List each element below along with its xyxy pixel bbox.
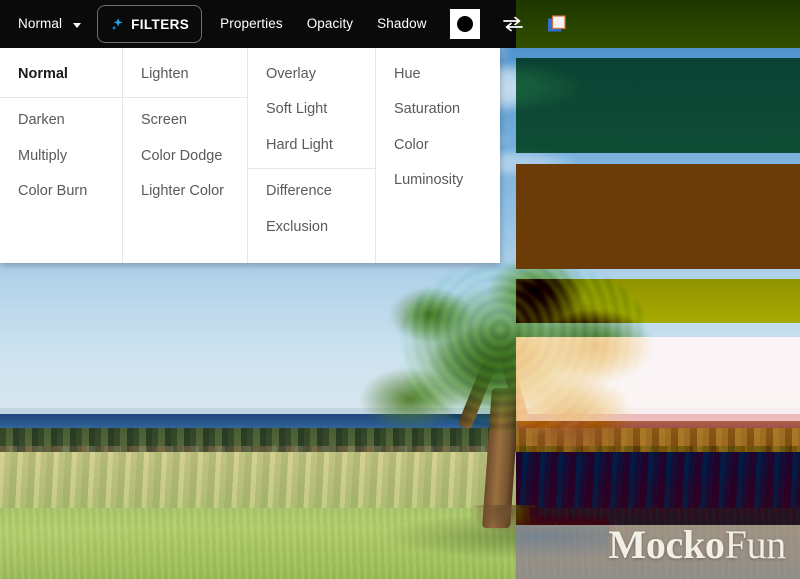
watermark-bold: Mocko [608, 522, 725, 567]
shadow-label: Shadow [377, 16, 427, 32]
blend-mode-item-lighten[interactable]: Lighten [123, 57, 247, 92]
blend-mode-item-color-dodge[interactable]: Color Dodge [123, 139, 247, 174]
color-swatch-button[interactable] [439, 0, 491, 48]
blend-mode-item-screen[interactable]: Screen [123, 103, 247, 138]
chevron-down-icon [73, 22, 82, 28]
watermark-light: Fun [724, 522, 787, 567]
menu-divider [123, 97, 247, 99]
blend-mode-item-hue[interactable]: Hue [376, 57, 500, 92]
filters-label: FILTERS [131, 16, 190, 32]
blend-mode-item-difference[interactable]: Difference [248, 174, 375, 209]
color-swatch-icon [449, 9, 480, 39]
swap-arrows-icon [502, 16, 523, 32]
blend-mode-item-lighter-color[interactable]: Lighter Color [123, 174, 247, 209]
blend-mode-dropdown-trigger[interactable]: Normal [10, 0, 91, 48]
blend-mode-item-color-burn[interactable]: Color Burn [0, 174, 122, 209]
blend-mode-item-overlay[interactable]: Overlay [248, 57, 375, 92]
layer-toolbar: Normal FILTERS Properties Opacity Shadow [0, 0, 566, 48]
blend-mode-item-normal[interactable]: Normal [0, 57, 122, 92]
blend-mode-item-hard-light[interactable]: Hard Light [248, 128, 375, 163]
duplicate-layers-icon [547, 15, 566, 32]
blend-strip [516, 337, 800, 421]
menu-divider [248, 168, 375, 170]
properties-label: Properties [220, 16, 283, 32]
blend-mode-item-exclusion[interactable]: Exclusion [248, 210, 375, 245]
blend-mode-item-luminosity[interactable]: Luminosity [376, 163, 500, 198]
blend-menu-column: Hue Saturation Color Luminosity [375, 48, 500, 263]
blend-mode-item-darken[interactable]: Darken [0, 103, 122, 138]
blend-strip [516, 421, 800, 525]
blend-menu-column: Normal Darken Multiply Color Burn [0, 48, 122, 263]
menu-divider [0, 97, 122, 99]
opacity-label: Opacity [306, 16, 354, 32]
blend-mode-menu[interactable]: Normal Darken Multiply Color Burn Lighten Scr… [0, 48, 500, 263]
blend-menu-column: Lighten Screen Color Dodge Lighter Color [122, 48, 247, 263]
blend-strip [516, 58, 800, 153]
blend-strip [516, 164, 800, 269]
properties-menu-item[interactable]: Properties [208, 0, 295, 48]
blend-strip [516, 279, 800, 323]
swap-button[interactable] [491, 0, 535, 48]
blend-mode-item-saturation[interactable]: Saturation [376, 92, 500, 127]
blend-mode-item-soft-light[interactable]: Soft Light [248, 92, 375, 127]
sparkle-icon [111, 17, 123, 30]
opacity-menu-item[interactable]: Opacity [295, 0, 365, 48]
blend-mode-label: Normal [18, 16, 63, 32]
blend-menu-column: Overlay Soft Light Hard Light Difference Exc… [247, 48, 375, 263]
blend-preview-strips [516, 0, 800, 579]
mockofun-watermark: MockoFun [608, 525, 786, 565]
blend-mode-item-multiply[interactable]: Multiply [0, 139, 122, 174]
filters-button[interactable]: FILTERS [97, 5, 203, 43]
blend-mode-item-color[interactable]: Color [376, 128, 500, 163]
shadow-menu-item[interactable]: Shadow [365, 0, 438, 48]
duplicate-button[interactable] [535, 0, 579, 48]
